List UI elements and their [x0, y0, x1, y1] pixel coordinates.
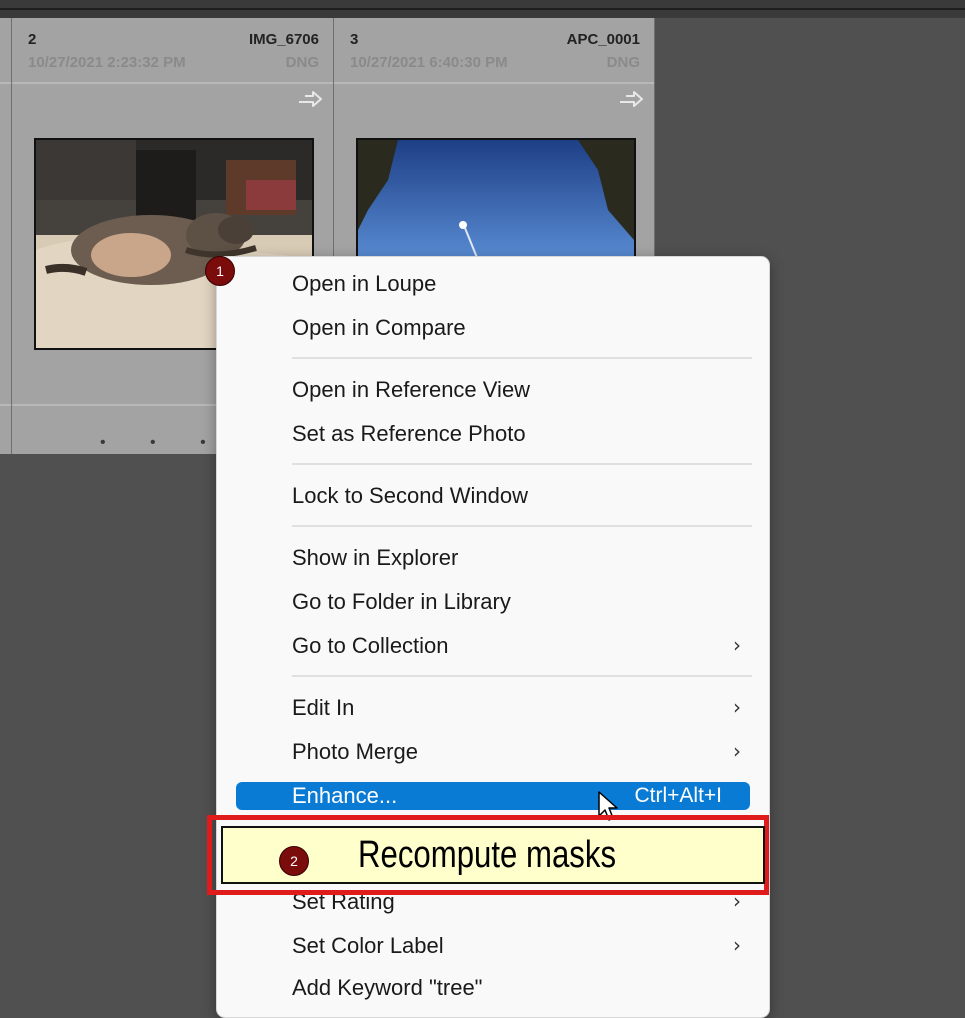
menu-item-edit-in[interactable]: Edit In — [292, 693, 354, 723]
rotate-icon[interactable] — [297, 90, 323, 108]
cell-filename: IMG_6706 — [248, 31, 319, 48]
menu-item-set-as-reference-photo[interactable]: Set as Reference Photo — [292, 419, 526, 449]
menu-item-show-in-explorer[interactable]: Show in Explorer — [292, 543, 458, 573]
menu-item-open-in-reference-view[interactable]: Open in Reference View — [292, 375, 530, 405]
cell-filetype: DNG — [606, 54, 640, 71]
menu-item-open-in-loupe[interactable]: Open in Loupe — [292, 269, 436, 299]
cell-capture-date: 10/27/2021 2:23:32 PM — [28, 54, 186, 71]
menu-item-label: Enhance... — [292, 783, 398, 808]
menu-separator — [292, 525, 752, 527]
top-bar — [0, 0, 965, 18]
callout-box: 2 Recompute masks — [221, 826, 765, 884]
menu-item-lock-to-second-window[interactable]: Lock to Second Window — [292, 481, 528, 511]
menu-item-go-to-collection[interactable]: Go to Collection — [292, 631, 449, 661]
menu-separator — [292, 357, 752, 359]
step-badge-1: 1 — [205, 256, 235, 286]
menu-item-open-in-compare[interactable]: Open in Compare — [292, 313, 466, 343]
cell-filetype: DNG — [285, 54, 319, 71]
cell-filename: APC_0001 — [566, 31, 640, 48]
chevron-right-icon: › — [733, 633, 741, 657]
chevron-right-icon: › — [733, 739, 741, 763]
step-badge-2: 2 — [279, 846, 309, 876]
chevron-right-icon: › — [733, 695, 741, 719]
menu-separator — [292, 675, 752, 677]
menu-item-go-to-folder-in-library[interactable]: Go to Folder in Library — [292, 587, 511, 617]
rotate-icon[interactable] — [618, 90, 644, 108]
context-menu: Open in Loupe Open in Compare Open in Re… — [216, 256, 770, 1018]
cell-index: 3 — [350, 31, 359, 48]
menu-item-enhance[interactable]: Enhance... Ctrl+Alt+I — [236, 782, 750, 810]
menu-item-add-keyword[interactable]: Add Keyword "tree" — [292, 973, 483, 1003]
cell-index: 2 — [28, 31, 37, 48]
cell-capture-date: 10/27/2021 6:40:30 PM — [350, 54, 508, 71]
menu-item-photo-merge[interactable]: Photo Merge — [292, 737, 418, 767]
menu-item-set-color-label[interactable]: Set Color Label — [292, 931, 444, 961]
menu-item-shortcut: Ctrl+Alt+I — [634, 784, 722, 807]
menu-separator — [292, 463, 752, 465]
callout-text: Recompute masks — [358, 834, 617, 876]
chevron-right-icon: › — [733, 933, 741, 957]
